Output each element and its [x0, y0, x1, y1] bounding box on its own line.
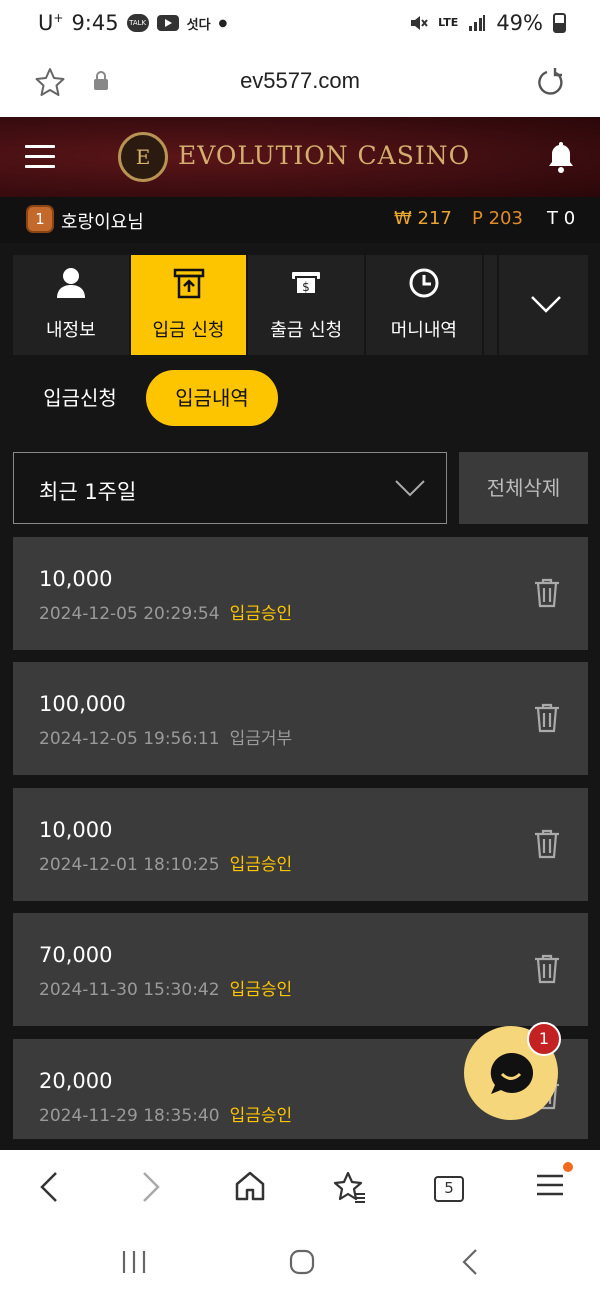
transaction-status: 입금승인 — [229, 1106, 293, 1126]
user-info-bar: 1 호랑이요님 ₩ 217 P 203 T 0 — [0, 197, 600, 243]
tabs-count-button[interactable]: 5 — [434, 1176, 464, 1202]
tab-withdraw-request[interactable]: $ 출금 신청 — [248, 255, 365, 355]
transaction-amount: 10,000 — [39, 567, 113, 591]
battery-icon — [553, 13, 566, 33]
back-icon[interactable] — [38, 1170, 60, 1204]
transaction-amount: 20,000 — [39, 1069, 113, 1093]
tab-label: 출금 신청 — [270, 320, 343, 341]
chat-icon — [490, 1052, 534, 1094]
chat-notification-badge: 1 — [527, 1022, 561, 1056]
tab-partial — [483, 255, 498, 355]
delete-all-button[interactable]: 전체삭제 — [459, 452, 588, 524]
transaction-datetime: 2024-11-30 15:30:42 입금승인 — [39, 980, 293, 1000]
trash-icon[interactable] — [533, 828, 561, 860]
menu-notification-dot — [563, 1162, 573, 1172]
transaction-item: 10,000 2024-12-05 20:29:54 입금승인 — [13, 537, 588, 650]
reload-icon[interactable] — [535, 67, 565, 97]
status-bar: U+ 9:45 TALK 섯다 ● LTE 49% — [0, 0, 600, 50]
transaction-item: 10,000 2024-12-01 18:10:25 입금승인 — [13, 788, 588, 901]
signal-icon — [469, 15, 486, 31]
site-header: E EVOLUTION CASINO — [0, 117, 600, 197]
ticket-balance: T 0 — [547, 208, 576, 229]
clock-icon — [409, 268, 439, 298]
transaction-amount: 70,000 — [39, 943, 113, 967]
back-button-icon[interactable] — [460, 1248, 482, 1276]
browser-url-bar: ev5577.com — [0, 50, 600, 117]
app-notification-label: 섯다 — [186, 17, 211, 33]
tab-money-history[interactable]: 머니내역 — [366, 255, 482, 355]
subtab-deposit-history[interactable]: 입금내역 — [146, 370, 278, 426]
point-balance: P 203 — [472, 208, 523, 229]
kakaotalk-icon: TALK — [126, 14, 149, 32]
bookmarks-icon[interactable] — [333, 1170, 367, 1204]
casino-logo-text[interactable]: EVOLUTION CASINO — [178, 141, 470, 170]
transaction-item: 70,000 2024-11-30 15:30:42 입금승인 — [13, 913, 588, 1026]
trash-icon[interactable] — [533, 702, 561, 734]
system-nav-bar — [0, 1226, 600, 1300]
menu-icon[interactable] — [535, 1170, 565, 1200]
chevron-down-icon — [395, 480, 425, 497]
casino-logo-emblem[interactable]: E — [118, 132, 168, 182]
user-icon — [56, 268, 85, 298]
browser-bottom-nav: 5 — [0, 1150, 600, 1226]
period-select[interactable]: 최근 1주일 — [13, 452, 447, 524]
carrier-label: U+ — [38, 11, 64, 35]
youtube-icon — [156, 15, 179, 31]
transaction-datetime: 2024-11-29 18:35:40 입금승인 — [39, 1106, 293, 1126]
transaction-amount: 10,000 — [39, 818, 113, 842]
deposit-icon — [173, 268, 204, 299]
won-balance: ₩ 217 — [394, 208, 452, 229]
hamburger-menu-icon[interactable] — [25, 145, 55, 169]
level-badge: 1 — [26, 205, 54, 233]
bell-icon[interactable] — [547, 140, 575, 174]
tab-deposit-request[interactable]: 입금 신청 — [130, 255, 247, 355]
withdraw-icon: $ — [292, 272, 321, 295]
transaction-amount: 100,000 — [39, 692, 126, 716]
tab-label: 머니내역 — [390, 320, 457, 341]
tab-label: 입금 신청 — [152, 320, 225, 341]
url-text[interactable]: ev5577.com — [0, 68, 600, 94]
more-notifications-icon: ● — [218, 17, 228, 29]
username: 호랑이요님 — [61, 212, 144, 233]
home-icon[interactable] — [234, 1170, 266, 1202]
transaction-status: 입금거부 — [229, 729, 293, 749]
chevron-down-icon — [531, 296, 561, 313]
transaction-status: 입금승인 — [229, 980, 293, 1000]
tab-label: 내정보 — [45, 320, 96, 341]
transaction-status: 입금승인 — [229, 604, 293, 624]
trash-icon[interactable] — [533, 577, 561, 609]
svg-text:$: $ — [302, 280, 310, 294]
home-button-icon[interactable] — [288, 1248, 316, 1276]
battery-percent: 49% — [496, 11, 543, 35]
transaction-datetime: 2024-12-01 18:10:25 입금승인 — [39, 855, 293, 875]
menu-expand-button[interactable] — [499, 255, 588, 355]
trash-icon[interactable] — [533, 953, 561, 985]
subtab-deposit-request[interactable]: 입금신청 — [30, 370, 130, 426]
lte-indicator: LTE — [438, 16, 459, 29]
clock-time: 9:45 — [71, 11, 119, 35]
mute-icon — [411, 16, 428, 30]
transaction-datetime: 2024-12-05 19:56:11 입금거부 — [39, 729, 293, 749]
period-value: 최근 1주일 — [39, 480, 137, 504]
tab-my-info[interactable]: 내정보 — [13, 255, 129, 355]
transaction-datetime: 2024-12-05 20:29:54 입금승인 — [39, 604, 293, 624]
transaction-status: 입금승인 — [229, 855, 293, 875]
forward-icon[interactable] — [140, 1170, 162, 1204]
transaction-item: 100,000 2024-12-05 19:56:11 입금거부 — [13, 662, 588, 775]
recent-apps-icon[interactable] — [120, 1248, 148, 1276]
account-menu-tabs: 내정보 입금 신청 $ 출금 신청 머니내역 — [13, 255, 588, 355]
